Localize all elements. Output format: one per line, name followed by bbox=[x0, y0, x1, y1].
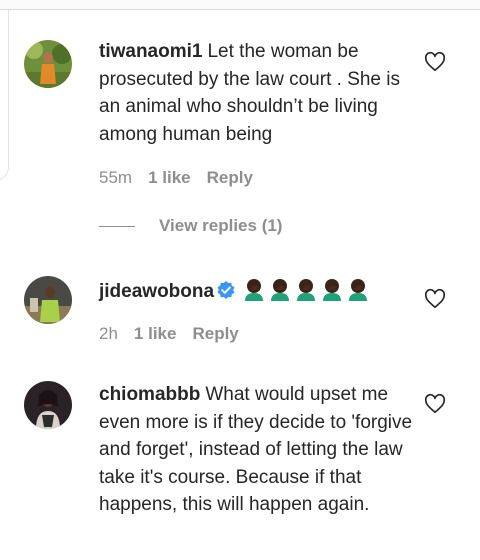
top-divider bbox=[0, 0, 480, 10]
comment-body: jideawobona bbox=[99, 277, 419, 306]
avatar[interactable] bbox=[24, 276, 72, 324]
facepalm-emoji-icon bbox=[297, 279, 316, 301]
comment-time: 55m bbox=[99, 168, 133, 187]
heart-icon[interactable] bbox=[424, 393, 446, 415]
comment-likes[interactable]: 1 like bbox=[148, 168, 191, 188]
facepalm-emoji-icon bbox=[349, 279, 368, 301]
view-replies-label[interactable]: View replies (1) bbox=[159, 216, 282, 236]
view-replies[interactable]: View replies (1) bbox=[99, 216, 282, 236]
view-replies-line bbox=[99, 225, 135, 227]
comment-time: 2h bbox=[99, 324, 118, 343]
facepalm-emoji-icon bbox=[271, 279, 290, 301]
comment-body: tiwanaomi1 Let the woman be prosecuted by… bbox=[99, 38, 419, 148]
comment-username[interactable]: tiwanaomi1 bbox=[99, 41, 202, 62]
verified-badge-icon bbox=[217, 281, 235, 299]
comment-likes[interactable]: 1 like bbox=[134, 324, 177, 344]
comment-meta: 2h 1 like Reply bbox=[99, 324, 239, 344]
comment-username[interactable]: jideawobona bbox=[99, 281, 214, 302]
comment-username[interactable]: chiomabbb bbox=[99, 384, 200, 405]
facepalm-emoji-icon bbox=[245, 279, 264, 301]
facepalm-emoji-group bbox=[242, 279, 372, 302]
heart-icon[interactable] bbox=[424, 51, 446, 73]
reply-button[interactable]: Reply bbox=[207, 168, 253, 188]
avatar[interactable] bbox=[24, 40, 72, 88]
heart-icon[interactable] bbox=[424, 288, 446, 310]
facepalm-emoji-icon bbox=[323, 279, 342, 301]
comment-meta: 55m 1 like Reply bbox=[99, 168, 253, 188]
thread-indicator bbox=[0, 10, 9, 181]
avatar[interactable] bbox=[24, 381, 72, 429]
reply-button[interactable]: Reply bbox=[192, 324, 238, 344]
comment-body: chiomabbb What would upset me even more i… bbox=[99, 381, 419, 519]
